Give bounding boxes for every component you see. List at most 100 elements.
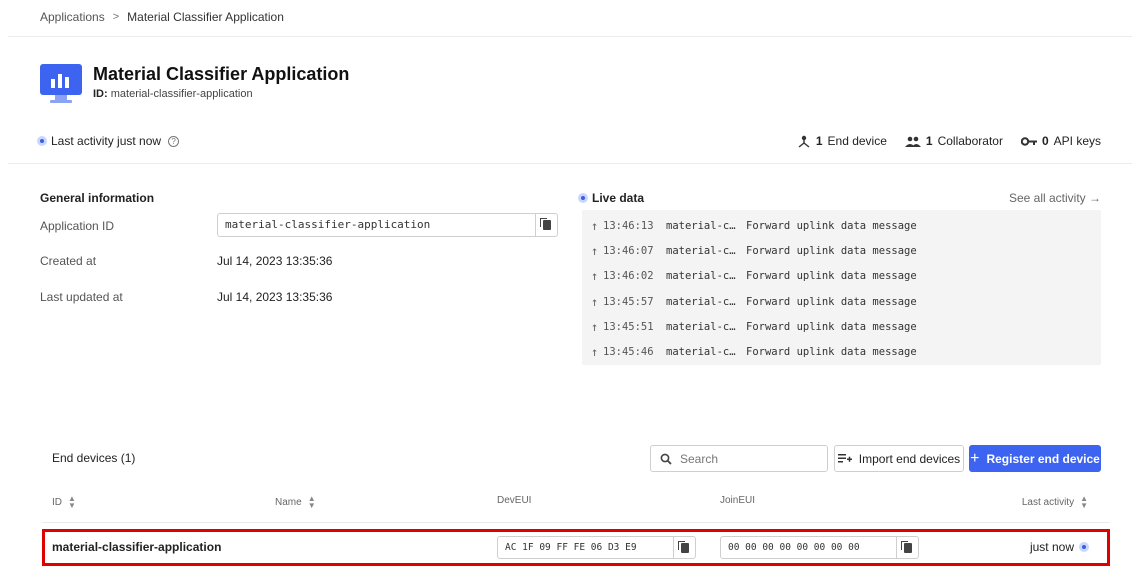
import-end-devices-button[interactable]: Import end devices: [834, 445, 964, 472]
event-message: Forward uplink data message: [746, 270, 917, 283]
copy-button[interactable]: [673, 537, 695, 558]
event-message: Forward uplink data message: [746, 346, 917, 359]
created-at-value: Jul 14, 2023 13:35:36: [217, 254, 333, 268]
copy-icon: [900, 540, 912, 553]
end-devices-stat[interactable]: 1 End device: [797, 134, 887, 148]
status-dot-icon: [1079, 542, 1089, 552]
join-eui-field: 00 00 00 00 00 00 00 00: [720, 536, 919, 559]
event-time: 13:46:07: [603, 244, 654, 257]
collaborators-stat[interactable]: 1 Collaborator: [904, 134, 1003, 148]
column-name-label: Name: [275, 496, 302, 508]
created-at-label: Created at: [40, 254, 97, 268]
live-dot-icon: [578, 193, 588, 203]
live-event-row[interactable]: ↑ 13:45:46 material-c… Forward uplink data …: [582, 339, 1101, 364]
people-icon: [904, 136, 921, 147]
search-placeholder: Search: [680, 451, 719, 466]
application-id-field: material-classifier-application: [217, 213, 558, 237]
plus-icon: +: [970, 449, 980, 467]
event-time: 13:46:13: [603, 219, 654, 232]
last-activity: Last activity just now ?: [37, 134, 180, 148]
api-keys-label: API keys: [1053, 134, 1101, 148]
general-info-title: General information: [40, 191, 155, 205]
copy-button[interactable]: [535, 214, 557, 236]
breadcrumb-separator: >: [112, 11, 120, 23]
column-header-deveui: DevEUI: [497, 495, 531, 506]
event-device: material-c…: [666, 244, 736, 257]
last-activity-value: just now: [1029, 540, 1074, 554]
dev-eui-value[interactable]: AC 1F 09 FF FE 06 D3 E9: [498, 537, 673, 558]
event-device: material-c…: [666, 219, 736, 232]
table-header-divider: [42, 522, 1110, 523]
arrow-up-icon: ↑: [591, 218, 599, 233]
app-id-value: material-classifier-application: [110, 88, 253, 100]
arrow-up-icon: ↑: [591, 345, 599, 360]
live-event-row[interactable]: ↑ 13:45:57 material-c… Forward uplink data …: [582, 289, 1101, 314]
sort-icon: ▲ ▼: [68, 494, 76, 510]
sort-icon: ▲ ▼: [307, 494, 316, 510]
arrow-up-icon: ↑: [591, 269, 599, 284]
column-header-name[interactable]: Name ▲ ▼: [275, 494, 316, 510]
register-label: Register end device: [986, 451, 1100, 466]
arrow-up-icon: ↑: [591, 294, 599, 309]
breadcrumb-applications-link[interactable]: Applications: [40, 10, 105, 24]
collaborators-count: 1: [925, 134, 933, 148]
copy-icon: [677, 540, 689, 553]
live-event-row[interactable]: ↑ 13:46:07 material-c… Forward uplink data …: [582, 238, 1101, 263]
sort-icon: ▲ ▼: [1080, 494, 1088, 510]
application-id-value[interactable]: material-classifier-application: [218, 214, 535, 236]
live-event-row[interactable]: ↑ 13:46:13 material-c… Forward uplink data …: [582, 213, 1101, 238]
join-eui-value[interactable]: 00 00 00 00 00 00 00 00: [721, 537, 896, 558]
event-message: Forward uplink data message: [746, 320, 917, 333]
updated-at-label: Last updated at: [40, 290, 123, 304]
breadcrumb: Applications > Material Classifier Appli…: [40, 10, 284, 24]
event-time: 13:46:02: [603, 270, 654, 283]
column-header-last-activity[interactable]: Last activity ▲ ▼: [1021, 494, 1088, 510]
api-keys-count: 0: [1041, 134, 1049, 148]
end-devices-count: 1: [815, 134, 823, 148]
device-id[interactable]: material-classifier-application: [52, 540, 221, 554]
event-message: Forward uplink data message: [746, 295, 917, 308]
last-activity-cell: just now: [1030, 540, 1089, 554]
search-input[interactable]: Search: [650, 445, 828, 472]
api-keys-stat[interactable]: 0 API keys: [1020, 134, 1101, 148]
event-time: 13:45:51: [603, 320, 654, 333]
event-time: 13:45:57: [603, 295, 654, 308]
section-divider: [8, 163, 1132, 164]
column-header-joineui: JoinEUI: [720, 495, 755, 506]
event-message: Forward uplink data message: [746, 219, 917, 232]
app-stats: 1 End device 1 Collaborator 0 API keys: [797, 134, 1101, 148]
register-end-device-button[interactable]: + Register end device: [969, 445, 1101, 472]
arrow-up-icon: ↑: [591, 243, 599, 258]
column-header-id[interactable]: ID ▲ ▼: [52, 494, 76, 510]
event-device: material-c…: [666, 320, 736, 333]
live-event-row[interactable]: ↑ 13:46:02 material-c… Forward uplink data …: [582, 264, 1101, 289]
last-activity-text: Last activity just now: [51, 134, 162, 148]
column-last-activity-label: Last activity: [1021, 496, 1075, 508]
live-data-panel: ↑ 13:46:13 material-c… Forward uplink data …: [582, 210, 1101, 365]
column-id-label: ID: [52, 496, 62, 508]
event-device: material-c…: [666, 295, 736, 308]
event-device: material-c…: [666, 346, 736, 359]
end-devices-label: End device: [827, 134, 887, 148]
status-dot-icon: [37, 136, 47, 146]
help-icon[interactable]: ?: [168, 135, 180, 147]
app-chart-icon: [40, 62, 82, 104]
live-data-label: Live data: [592, 191, 645, 205]
app-id-label: ID:: [93, 88, 108, 100]
search-icon: [660, 453, 672, 465]
updated-at-value: Jul 14, 2023 13:35:36: [217, 290, 333, 304]
live-event-row[interactable]: ↑ 13:45:51 material-c… Forward uplink data …: [582, 314, 1101, 339]
collaborators-label: Collaborator: [937, 134, 1003, 148]
end-devices-title: End devices (1): [52, 451, 136, 465]
see-all-activity-link[interactable]: See all activity →: [1009, 191, 1101, 205]
import-icon: [837, 454, 852, 463]
device-icon: [798, 135, 810, 148]
live-data-title: Live data: [578, 191, 644, 205]
breadcrumb-current: Material Classifier Application: [127, 10, 284, 24]
import-label: Import end devices: [858, 451, 961, 466]
app-id: ID: material-classifier-application: [93, 88, 253, 100]
event-device: material-c…: [666, 270, 736, 283]
application-id-label: Application ID: [40, 219, 115, 233]
column-joineui-label: JoinEUI: [720, 495, 756, 506]
copy-button[interactable]: [896, 537, 918, 558]
